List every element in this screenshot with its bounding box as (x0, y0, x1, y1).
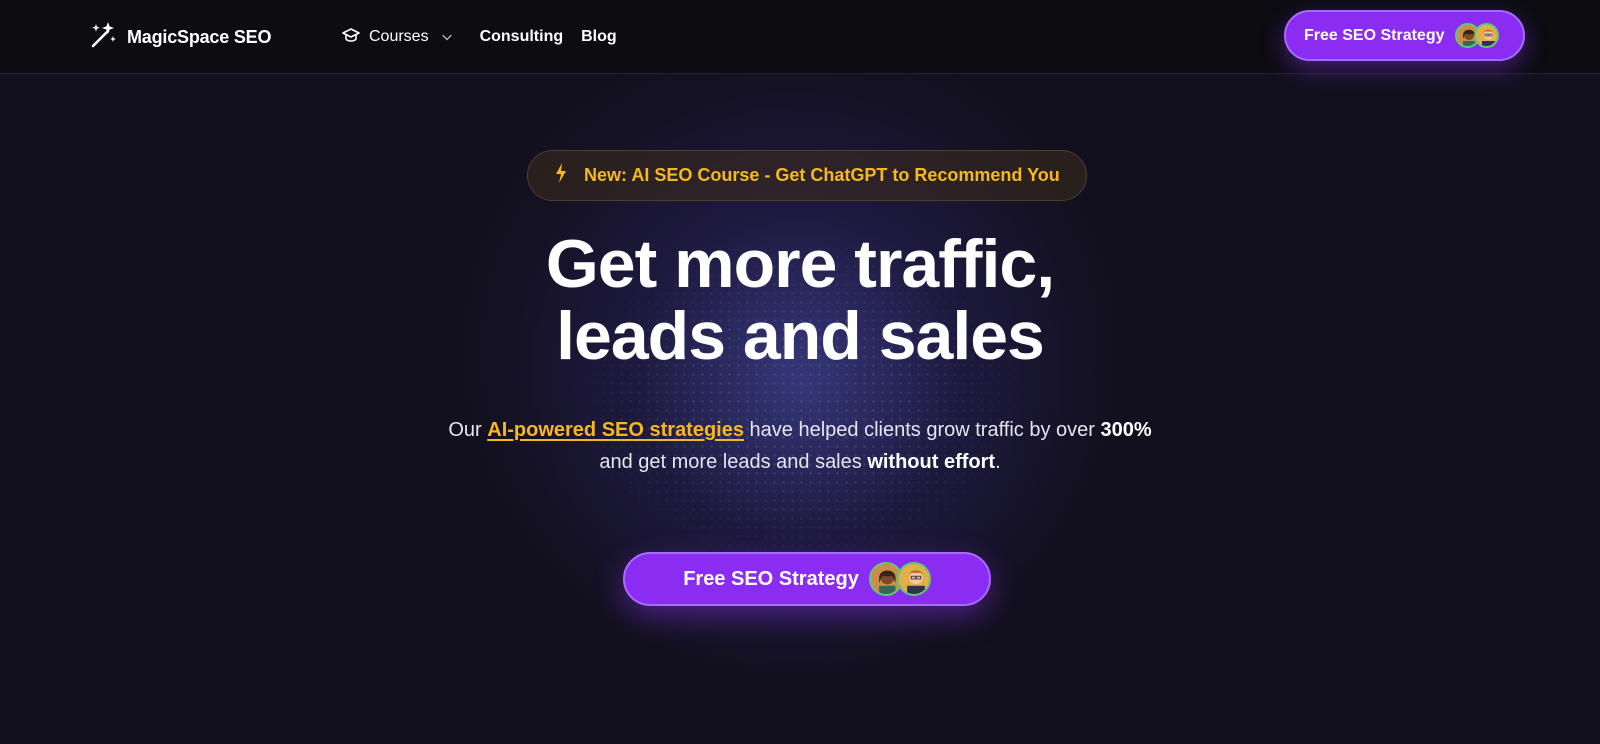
nav-consulting-link[interactable]: Consulting (480, 28, 564, 46)
hero-cta-label: Free SEO Strategy (683, 567, 859, 590)
hero-headline: Get more traffic, leads and sales (400, 228, 1200, 372)
consultant-avatars (1454, 23, 1499, 48)
sub-stat-300: 300% (1100, 419, 1152, 441)
top-navigation-bar: MagicSpace SEO Courses Consulting Blog F… (0, 0, 1600, 74)
nav-blog-link[interactable]: Blog (581, 28, 617, 46)
ai-seo-strategies-link[interactable]: AI-powered SEO strategies (487, 419, 744, 441)
avatar (1473, 23, 1499, 48)
announcement-text: New: AI SEO Course - Get ChatGPT to Reco… (584, 165, 1060, 185)
consultant-avatars (868, 562, 931, 596)
hero-free-seo-strategy-button[interactable]: Free SEO Strategy (623, 552, 991, 606)
sub-text-4: . (995, 451, 1001, 473)
chevron-down-icon (441, 28, 452, 46)
magic-wand-sparkles-icon (88, 20, 118, 55)
sub-text-3: and get more leads and sales (599, 451, 868, 473)
nav-courses-dropdown[interactable]: Courses (342, 27, 452, 48)
sub-text-2: have helped clients grow traffic by over (744, 419, 1101, 441)
announcement-banner-link[interactable]: New: AI SEO Course - Get ChatGPT to Reco… (527, 150, 1087, 201)
headline-line-1: Get more traffic, (545, 226, 1055, 302)
nav-courses-label: Courses (369, 28, 429, 45)
sub-bold-without-effort: without effort (867, 451, 996, 473)
brand-logo-link[interactable]: MagicSpace SEO (88, 20, 272, 55)
header-cta-label: Free SEO Strategy (1304, 26, 1445, 44)
sub-text-1: Our (448, 419, 488, 441)
lightning-bolt-icon (554, 162, 568, 189)
header-free-seo-strategy-button[interactable]: Free SEO Strategy (1284, 10, 1525, 61)
graduation-cap-icon (342, 27, 360, 48)
avatar (896, 562, 931, 596)
hero-subheadline: Our AI-powered SEO strategies have helpe… (440, 414, 1160, 478)
brand-name: MagicSpace SEO (127, 26, 272, 47)
main-nav: Courses Consulting Blog (342, 22, 617, 52)
headline-line-2: leads and sales (556, 298, 1045, 374)
